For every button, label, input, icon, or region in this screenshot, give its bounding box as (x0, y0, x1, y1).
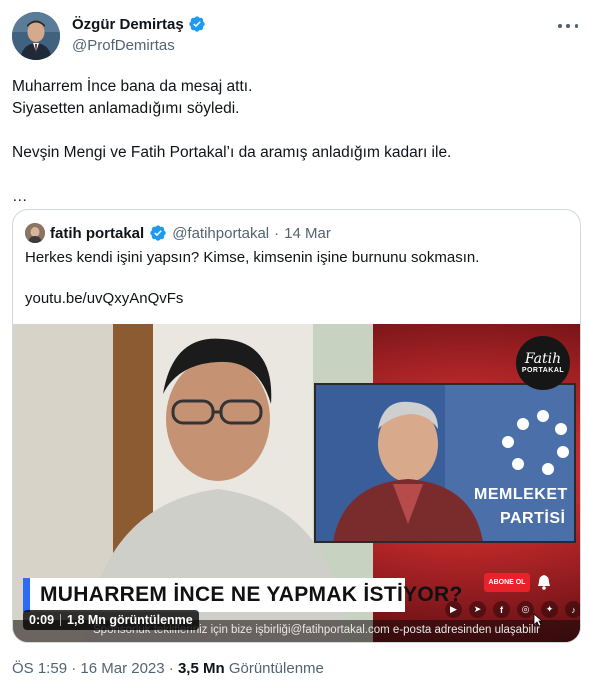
more-options-icon[interactable] (558, 18, 578, 34)
verified-badge-icon (188, 15, 206, 33)
twitter-icon: ✦ (541, 601, 558, 618)
bell-icon (535, 573, 553, 591)
youtube-icon: ▶ (445, 601, 462, 618)
party-name-line2: PARTİSİ (500, 510, 566, 527)
channel-logo: Fatih PORTAKAL (516, 336, 570, 390)
tweet-footer: ÖS 1:59 · 16 Mar 2023 · 3,5 Mn Görüntüle… (12, 660, 324, 677)
author-name[interactable]: Özgür Demirtaş (72, 16, 184, 33)
subscribe-button: ABONE OL (484, 573, 530, 592)
tweet-paragraph: Muharrem İnce bana da mesaj attı. Siyase… (12, 78, 253, 117)
video-player[interactable]: Fatih PORTAKAL MEMLEKET PARTİSİ MUHARREM… (13, 324, 580, 642)
telegram-icon: ➤ (469, 601, 486, 618)
quoted-date: 14 Mar (284, 224, 331, 242)
social-icons: ▶ ➤ f ◎ ✦ ♪ (445, 601, 580, 618)
quoted-author-name: fatih portakal (50, 224, 145, 242)
meta-separator: · (168, 660, 174, 677)
channel-logo-script: Fatih (524, 351, 562, 367)
tweet-paragraph: Nevşin Mengi ve Fatih Portakal’ı da aram… (12, 144, 452, 161)
views-label: Görüntülenme (228, 660, 324, 677)
author-avatar[interactable] (12, 12, 60, 60)
tiktok-icon: ♪ (565, 601, 580, 618)
quoted-link[interactable]: youtu.be/uvQxyAnQvFs (25, 289, 183, 309)
meta-separator: · (71, 660, 77, 677)
video-time-badge: 0:09 1,8 Mn görüntülenme (23, 610, 199, 630)
author-handle[interactable]: @ProfDemirtas (72, 37, 175, 54)
quoted-tweet-header: fatih portakal @fatihportakal · 14 Mar (25, 222, 331, 244)
tweet-text: Muharrem İnce bana da mesaj attı. Siyase… (12, 76, 578, 208)
views-count: 3,5 Mn (177, 660, 225, 677)
meta-separator: · (274, 224, 280, 242)
video-headline-banner: MUHARREM İNCE NE YAPMAK İSTİYOR? (23, 578, 462, 612)
video-elapsed: 0:09 (29, 613, 55, 627)
channel-logo-text: PORTAKAL (521, 367, 565, 374)
party-name-line1: MEMLEKET (474, 486, 568, 503)
video-views: 1,8 Mn görüntülenme (67, 613, 193, 627)
instagram-icon: ◎ (517, 601, 534, 618)
mouse-cursor-icon (533, 613, 544, 627)
verified-badge-icon (149, 224, 167, 242)
facebook-icon: f (493, 601, 510, 618)
tweet-paragraph: … (12, 188, 28, 205)
badge-divider (60, 614, 62, 626)
tweet-time[interactable]: ÖS 1:59 (12, 660, 67, 677)
quoted-text: Herkes kendi işini yapsın? Kimse, kimsen… (25, 249, 480, 266)
quoted-author-avatar (25, 223, 45, 243)
author-name-row: Özgür Demirtaş (72, 15, 206, 33)
tweet-date[interactable]: 16 Mar 2023 (80, 660, 164, 677)
quoted-author-handle: @fatihportakal (172, 224, 270, 242)
tweet-header: Özgür Demirtaş @ProfDemirtas (12, 12, 578, 62)
quoted-tweet[interactable]: fatih portakal @fatihportakal · 14 Mar H… (12, 209, 581, 643)
